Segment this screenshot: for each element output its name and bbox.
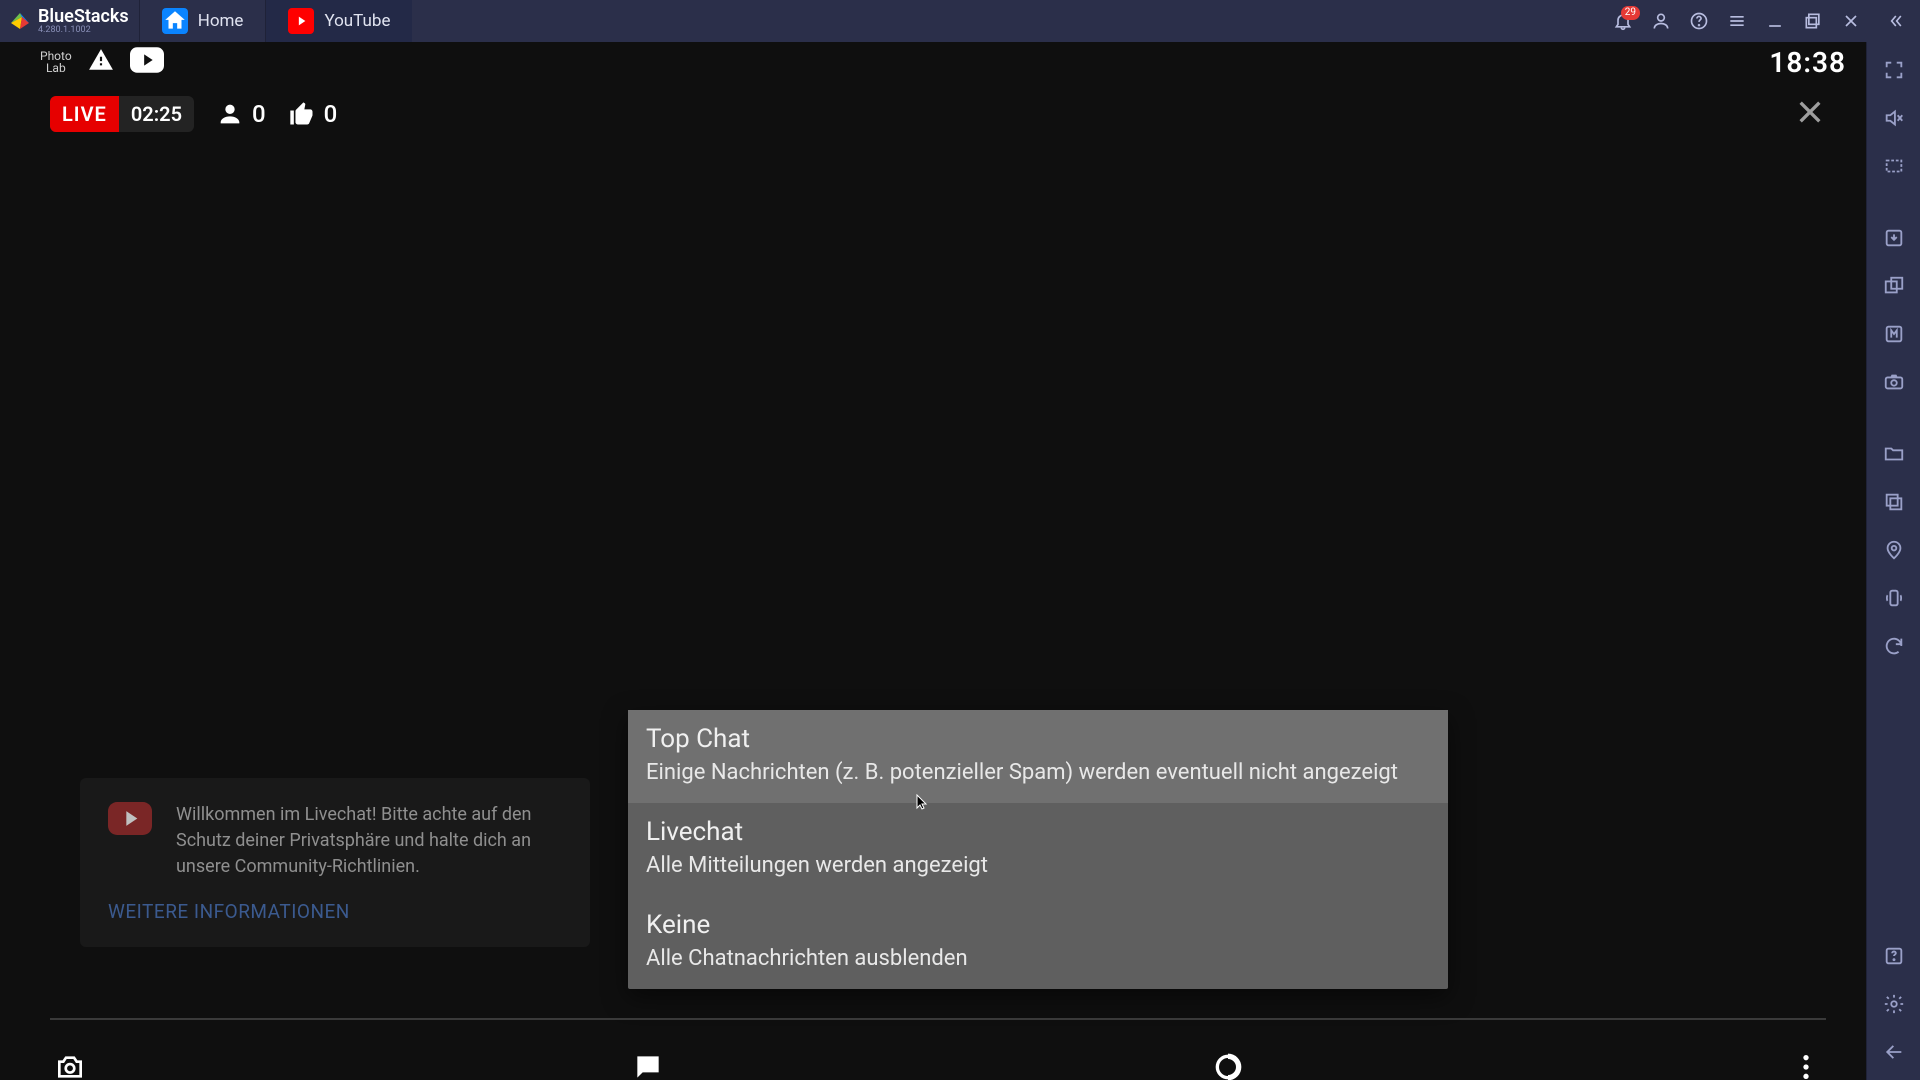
tab-youtube[interactable]: YouTube: [265, 0, 412, 42]
shake-button[interactable]: [1874, 578, 1914, 618]
likes-stat: 0: [288, 100, 338, 128]
switch-camera-button[interactable]: [50, 1047, 90, 1080]
youtube-tab-icon: [288, 8, 314, 34]
app-topbar: Photo Lab 18:38: [0, 42, 1866, 82]
faq-button[interactable]: [1874, 936, 1914, 976]
back-button[interactable]: [1874, 1032, 1914, 1072]
chat-mode-subtitle: Alle Mitteilungen werden angezeigt: [646, 853, 1430, 878]
maximize-button[interactable]: [1794, 2, 1832, 40]
media-folder-button[interactable]: [1874, 434, 1914, 474]
live-elapsed: 02:25: [119, 96, 194, 132]
copy-button[interactable]: [1874, 482, 1914, 522]
chat-button[interactable]: [628, 1047, 668, 1080]
notifications-button[interactable]: 29: [1604, 2, 1642, 40]
live-tag: LIVE: [50, 96, 119, 132]
effects-button[interactable]: [1208, 1047, 1248, 1080]
chat-mode-none[interactable]: Keine Alle Chatnachrichten ausblenden: [628, 896, 1448, 989]
tab-youtube-label: YouTube: [324, 11, 390, 31]
tab-home-label: Home: [198, 11, 244, 31]
main-shell: Photo Lab 18:38 LIVE 02:25 0 0: [0, 42, 1920, 1080]
chat-mode-title: Keine: [646, 910, 1430, 940]
collapse-side-panel-button[interactable]: [1876, 2, 1914, 40]
tab-home[interactable]: Home: [139, 0, 266, 42]
live-pill: LIVE 02:25: [50, 96, 194, 132]
livechat-welcome-card: Willkommen im Livechat! Bitte achte auf …: [80, 778, 590, 947]
chat-mode-title: Livechat: [646, 817, 1430, 847]
side-tool-rail: [1866, 42, 1920, 1080]
photolab-label: Photo Lab: [40, 50, 72, 74]
chat-mode-menu: Top Chat Einige Nachrichten (z. B. poten…: [628, 710, 1448, 989]
volume-mute-button[interactable]: [1874, 98, 1914, 138]
warning-icon: [88, 47, 114, 77]
viewers-stat: 0: [216, 100, 266, 128]
chat-mode-title: Top Chat: [646, 724, 1430, 754]
app-content: Photo Lab 18:38 LIVE 02:25 0 0: [0, 42, 1866, 1080]
bottom-bar: [0, 1032, 1866, 1080]
live-header: LIVE 02:25 0 0: [0, 82, 1866, 138]
install-apk-button[interactable]: [1874, 218, 1914, 258]
bottom-divider: [50, 1018, 1826, 1020]
rotate-button[interactable]: [1874, 626, 1914, 666]
welcome-more-info-link[interactable]: WEITERE INFORMATIONEN: [108, 900, 562, 923]
minimize-button[interactable]: [1756, 2, 1794, 40]
youtube-play-icon: [108, 802, 152, 834]
welcome-text: Willkommen im Livechat! Bitte achte auf …: [176, 802, 562, 880]
brand-name: BlueStacks: [38, 8, 129, 26]
multi-instance-button[interactable]: [1874, 266, 1914, 306]
location-button[interactable]: [1874, 530, 1914, 570]
titlebar: BlueStacks 4.280.1.1002 Home YouTube 29: [0, 0, 1920, 42]
fullscreen-button[interactable]: [1874, 50, 1914, 90]
chat-mode-subtitle: Einige Nachrichten (z. B. potenzieller S…: [646, 760, 1430, 785]
brand-version: 4.280.1.1002: [38, 26, 129, 35]
close-window-button[interactable]: [1832, 2, 1870, 40]
clock: 18:38: [1769, 46, 1846, 79]
account-button[interactable]: [1642, 2, 1680, 40]
macro-button[interactable]: [1874, 314, 1914, 354]
keymap-button[interactable]: [1874, 146, 1914, 186]
youtube-icon: [130, 47, 164, 77]
chat-mode-subtitle: Alle Chatnachrichten ausblenden: [646, 946, 1430, 971]
settings-button[interactable]: [1874, 984, 1914, 1024]
notifications-badge: 29: [1621, 6, 1640, 20]
viewers-count: 0: [252, 100, 266, 128]
more-options-button[interactable]: [1786, 1047, 1826, 1080]
help-button[interactable]: [1680, 2, 1718, 40]
bluestacks-logo-icon: [8, 9, 32, 33]
hamburger-menu-button[interactable]: [1718, 2, 1756, 40]
brand: BlueStacks 4.280.1.1002: [6, 8, 139, 35]
close-live-button[interactable]: [1794, 96, 1826, 132]
chat-mode-topchat[interactable]: Top Chat Einige Nachrichten (z. B. poten…: [628, 710, 1448, 803]
chat-mode-livechat[interactable]: Livechat Alle Mitteilungen werden angeze…: [628, 803, 1448, 896]
home-tab-icon: [162, 8, 188, 34]
screenshot-button[interactable]: [1874, 362, 1914, 402]
likes-count: 0: [324, 100, 338, 128]
